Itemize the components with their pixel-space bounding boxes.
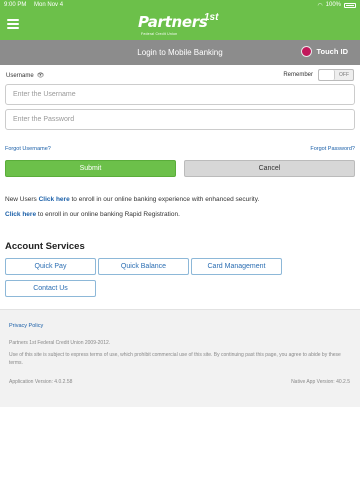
battery-percent: 100% [325,2,341,8]
quick-pay-button[interactable]: Quick Pay [5,258,96,275]
app-header: Partners 1st Federal Credit Union [0,10,360,40]
password-input[interactable]: Enter the Password [5,109,355,130]
wifi-icon: ◠ [317,2,323,9]
login-title: Login to Mobile Banking [137,48,223,57]
copyright-text: Partners 1st Federal Credit Union 2009-2… [9,340,111,346]
eye-icon[interactable]: 👁 [37,72,45,79]
username-label-row: Username 👁 [6,72,45,80]
rapid-registration-link[interactable]: Click here [5,211,36,218]
contact-us-button[interactable]: Contact Us [5,280,96,297]
status-right: ◠ 100% [317,2,356,9]
status-bar: 9:00 PM Mon Nov 4 ◠ 100% [0,0,360,10]
status-time: 9:00 PM [4,2,27,8]
username-input[interactable]: Enter the Username [5,84,355,105]
menu-icon[interactable] [7,19,19,29]
status-date: Mon Nov 4 [34,2,64,8]
footer: Privacy Policy Partners 1st Federal Cred… [0,309,360,407]
fingerprint-icon [301,46,313,57]
touch-id-button[interactable]: Touch ID [301,46,348,57]
toggle-state: OFF [339,72,349,78]
forgot-username-link[interactable]: Forgot Username? [5,146,51,152]
forgot-password-link[interactable]: Forgot Password? [310,146,355,152]
enroll-line-1-text: to enroll in our online banking experien… [71,196,260,203]
remember-label: Remember [283,72,313,78]
status-left: 9:00 PM Mon Nov 4 [4,2,69,8]
remember-toggle[interactable]: OFF [318,69,354,81]
touch-id-label: Touch ID [316,47,348,56]
login-bar: Login to Mobile Banking Touch ID [0,40,360,65]
enroll-line-2: Click here to enroll in our online banki… [5,211,180,218]
cancel-button[interactable]: Cancel [184,160,355,177]
toggle-knob [319,70,335,80]
application-version: Application Version: 4.0.2.58 [9,379,73,385]
native-app-version: Native App Version: 40.2.5 [291,379,350,385]
logo-text: Partners [138,13,208,31]
card-management-button[interactable]: Card Management [191,258,282,275]
remember-row: Remember OFF [283,69,354,81]
battery-icon [344,2,356,8]
privacy-policy-link[interactable]: Privacy Policy [9,323,43,329]
enroll-line-1: New Users Click here to enroll in our on… [5,196,259,203]
username-label: Username [6,72,34,79]
new-users-text: New Users [5,196,37,203]
enroll-click-here-link[interactable]: Click here [39,196,70,203]
account-services-title: Account Services [5,241,85,252]
submit-button[interactable]: Submit [5,160,176,177]
logo-subtitle: Federal Credit Union [141,32,178,36]
partners-1st-logo: Partners 1st Federal Credit Union [138,12,222,38]
quick-balance-button[interactable]: Quick Balance [98,258,189,275]
terms-text: Use of this site is subject to express t… [9,352,341,366]
logo-superscript: 1st [204,12,219,23]
enroll-line-2-text: to enroll in our online banking Rapid Re… [37,211,180,218]
